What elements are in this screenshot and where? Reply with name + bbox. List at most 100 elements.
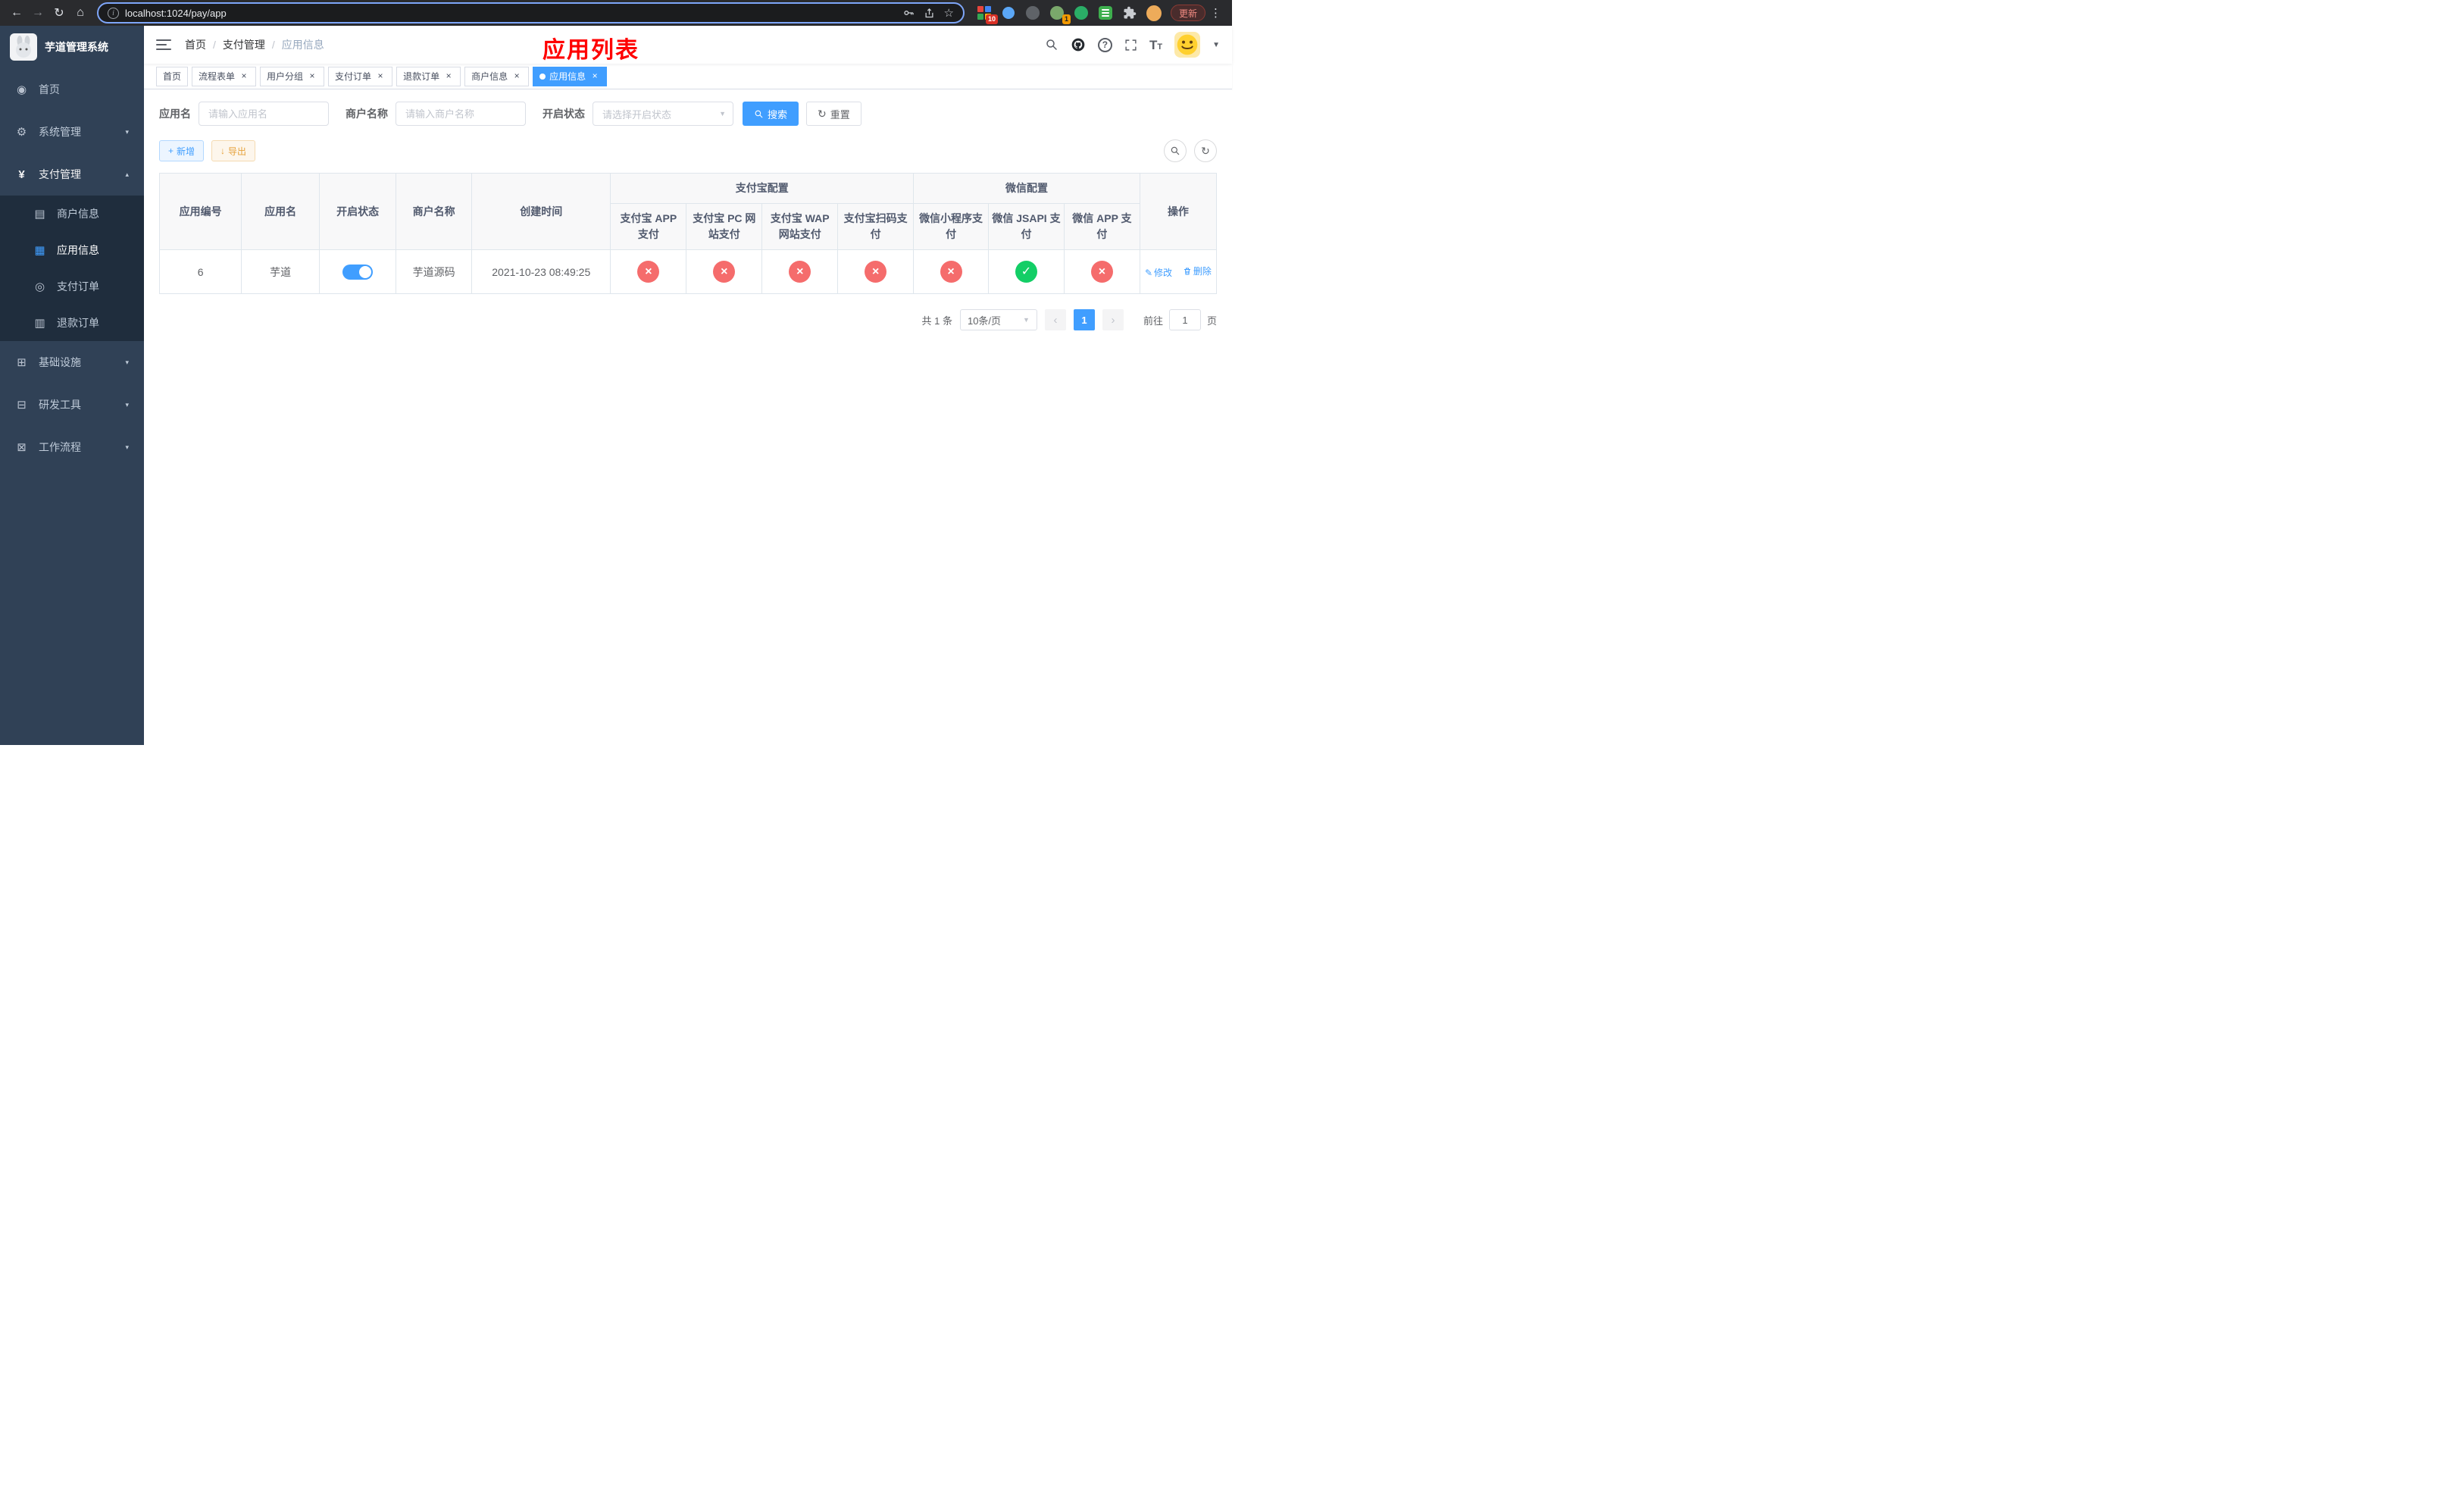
goto-page-input[interactable] [1168,309,1201,330]
app-shell: 芋道管理系统 ◉ 首页 ⚙ 系统管理 ▾ ¥ 支付管理 ▴ ▤ 商户信息 ▦ 应… [0,26,1232,745]
edit-link[interactable]: ✎ 修改 [1145,266,1172,279]
group-alipay-config: 支付宝配置 [610,173,915,204]
github-icon[interactable] [1071,37,1086,52]
close-icon[interactable]: × [239,70,249,82]
browser-reload-button[interactable]: ↻ [48,2,70,23]
pagination-total: 共 1 条 [921,315,952,327]
breadcrumb-separator: / [271,39,275,51]
sidebar-item-dev-tools[interactable]: ⊟ 研发工具 ▾ [0,383,144,426]
cell-alipay-pc-status: × [686,249,763,294]
cell-status [319,249,397,294]
col-alipay-qr: 支付宝扫码支付 [837,203,915,250]
add-button[interactable]: + 新增 [159,140,205,161]
header-search-icon[interactable] [1045,38,1058,52]
export-button[interactable]: ↓ 导出 [211,140,256,161]
refresh-icon: ↻ [818,108,827,120]
close-icon[interactable]: × [307,70,317,82]
bookmark-star-icon[interactable]: ☆ [944,8,954,19]
sidebar-item-label: 系统管理 [39,126,81,138]
browser-menu-icon[interactable]: ⋮ [1205,6,1226,20]
tab-process-form[interactable]: 流程表单 × [192,66,257,86]
extension-green-note-icon[interactable] [1098,5,1113,20]
user-avatar[interactable] [1174,32,1201,58]
page-size-select[interactable]: 10条/页 ▼ [959,309,1037,330]
delete-link[interactable]: 删除 [1183,265,1212,277]
sidebar-item-home[interactable]: ◉ 首页 [0,68,144,111]
tab-refund-orders[interactable]: 退款订单 × [396,66,461,86]
sidebar-item-system[interactable]: ⚙ 系统管理 ▾ [0,111,144,153]
extension-avatar-icon[interactable]: 1 [1049,5,1071,24]
enabled-toggle[interactable] [342,264,374,280]
cell-app-name: 芋道 [241,249,321,294]
tab-user-group[interactable]: 用户分组 × [260,66,325,86]
sidebar-item-workflow[interactable]: ⊠ 工作流程 ▾ [0,426,144,468]
site-info-icon[interactable]: i [108,7,119,19]
sidebar-item-label: 首页 [39,83,60,95]
status-fail-icon: × [1090,261,1113,283]
current-page-button[interactable]: 1 [1073,309,1095,330]
tab-app-info[interactable]: 应用信息 × [533,66,608,86]
close-icon[interactable]: × [511,70,522,82]
close-icon[interactable]: × [375,70,386,82]
document-icon: ▥ [34,317,45,330]
close-icon[interactable]: × [443,70,454,82]
password-key-icon[interactable] [902,7,915,19]
col-app-name: 应用名 [241,173,321,250]
breadcrumb-home[interactable]: 首页 [185,37,206,52]
hamburger-icon[interactable] [156,36,171,53]
fullscreen-icon[interactable] [1124,39,1137,52]
extension-wechat-icon[interactable] [1074,5,1089,20]
active-tab-dot [539,73,546,80]
col-operations: 操作 [1139,173,1218,250]
share-icon[interactable] [924,8,935,19]
app-table: 应用编号 应用名 开启状态 商户名称 创建时间 支付宝配置 微信配置 操作 支付… [158,173,1218,294]
reset-button[interactable]: ↻ 重置 [806,102,861,126]
refresh-table-button[interactable]: ↻ [1194,139,1217,162]
prev-page-button[interactable]: ‹ [1044,309,1066,330]
extensions-puzzle-icon[interactable] [1122,5,1137,20]
sidebar-item-label: 工作流程 [39,441,81,453]
tab-merchant-info[interactable]: 商户信息 × [464,66,530,86]
dashboard-icon: ◉ [16,83,27,96]
tab-pay-orders[interactable]: 支付订单 × [328,66,393,86]
sidebar-item-app-info[interactable]: ▦ 应用信息 [0,232,144,268]
status-ok-icon: ✓ [1015,261,1037,283]
payment-submenu: ▤ 商户信息 ▦ 应用信息 ◎ 支付订单 ▥ 退款订单 [0,196,144,341]
chevron-down-icon: ▾ [125,127,129,136]
url-text[interactable]: localhost:1024/pay/app [125,8,896,19]
browser-profile-avatar[interactable] [1146,5,1162,21]
search-button[interactable]: 搜索 [743,102,799,126]
tab-home[interactable]: 首页 [156,66,189,86]
sidebar-item-merchant-info[interactable]: ▤ 商户信息 [0,196,144,232]
browser-forward-button[interactable]: → [27,2,48,23]
chevron-down-icon: ▾ [125,443,129,451]
extension-adblock-icon[interactable]: 10 [977,5,998,24]
col-wechat-app: 微信 APP 支付 [1063,203,1140,250]
font-size-icon[interactable]: TT [1149,39,1162,52]
extension-badge-one: 1 [1062,14,1071,24]
address-bar[interactable]: i localhost:1024/pay/app ☆ [97,2,965,23]
avatar-caret-icon[interactable]: ▼ [1212,41,1220,49]
close-icon[interactable]: × [589,70,600,82]
workflow-icon: ⊠ [17,441,27,454]
help-icon[interactable]: ? [1097,37,1112,52]
extension-blue-icon[interactable] [1001,5,1016,20]
sidebar-item-pay-orders[interactable]: ◎ 支付订单 [0,268,144,305]
sidebar-item-refund-orders[interactable]: ▥ 退款订单 [0,305,144,341]
breadcrumb-payment[interactable]: 支付管理 [223,37,265,52]
extension-dark-icon[interactable] [1025,5,1040,20]
breadcrumb: 首页 / 支付管理 / 应用信息 [185,37,324,52]
browser-update-button[interactable]: 更新 [1170,5,1205,21]
sidebar-item-payment[interactable]: ¥ 支付管理 ▴ [0,153,144,196]
status-select[interactable]: 请选择开启状态 ▼ [593,102,733,126]
toggle-search-button[interactable] [1164,139,1187,162]
merchant-name-input[interactable] [396,102,526,126]
sidebar-item-infrastructure[interactable]: ⊞ 基础设施 ▾ [0,341,144,383]
server-icon: ⊞ [17,356,27,369]
browser-back-button[interactable]: ← [6,2,27,23]
sidebar-logo-row: 芋道管理系统 [0,26,144,68]
next-page-button[interactable]: › [1102,309,1124,330]
browser-home-button[interactable]: ⌂ [70,2,91,23]
app-name-input[interactable] [199,102,329,126]
download-icon: ↓ [220,146,226,156]
